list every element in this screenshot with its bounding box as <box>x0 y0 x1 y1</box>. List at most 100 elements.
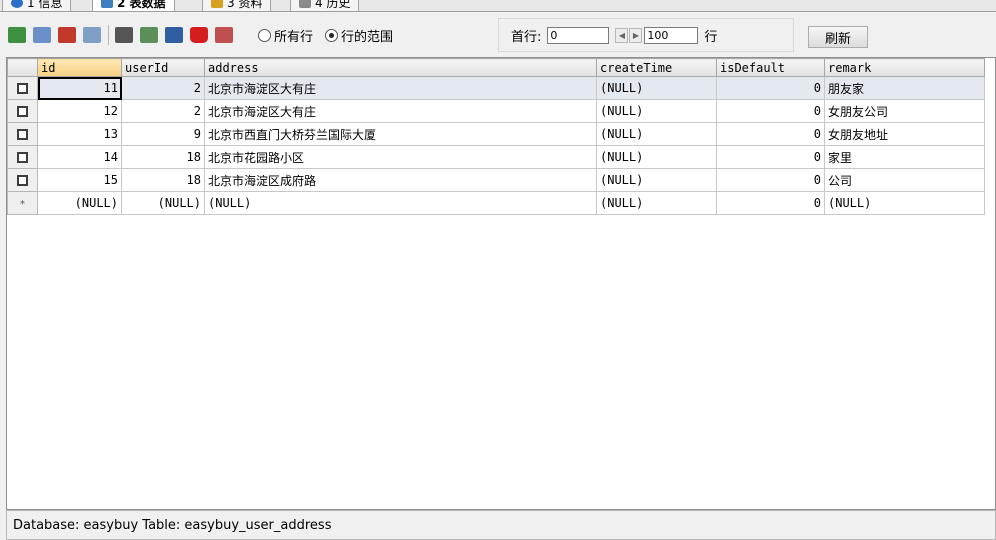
result-tabstrip: 1 信息 2 表数据 3 资料 4 历史 <box>0 0 996 12</box>
tab-history[interactable]: 4 历史 <box>290 0 360 11</box>
cell-address[interactable]: 北京市花园路小区 <box>204 145 597 169</box>
column-header-remark[interactable]: remark <box>824 58 985 77</box>
cell-userid[interactable]: 18 <box>121 145 205 169</box>
cell-isdefault[interactable]: 0 <box>716 191 825 215</box>
radio-row-range[interactable]: 行的范围 <box>325 26 393 45</box>
sort-icon[interactable] <box>140 27 158 43</box>
table-row[interactable]: 14 18 北京市花园路小区 (NULL) 0 家里 <box>7 145 985 169</box>
row-checkbox[interactable] <box>17 83 28 94</box>
cell-address[interactable]: 北京市西直门大桥芬兰国际大厦 <box>204 122 597 146</box>
radio-row-range-label: 行的范围 <box>341 29 394 45</box>
grid-header-row: id userId address createTime isDefault r… <box>7 58 985 77</box>
radio-all-rows-label: 所有行 <box>274 29 314 45</box>
table-row[interactable]: 13 9 北京市西直门大桥芬兰国际大厦 (NULL) 0 女朋友地址 <box>7 122 985 146</box>
cell-userid[interactable]: (NULL) <box>121 191 205 215</box>
row-selector[interactable] <box>7 145 38 169</box>
cell-userid[interactable]: 2 <box>121 76 205 100</box>
cell-id[interactable]: (NULL) <box>37 191 122 215</box>
cell-address[interactable]: 北京市海淀区大有庄 <box>204 76 597 100</box>
cell-userid[interactable]: 18 <box>121 168 205 192</box>
table-row[interactable]: 15 18 北京市海淀区成府路 (NULL) 0 公司 <box>7 168 985 192</box>
cell-isdefault[interactable]: 0 <box>716 76 825 100</box>
tab-info-cube-label: 3 资料 <box>227 0 263 10</box>
next-page-icon[interactable]: ▶ <box>629 27 643 43</box>
cell-createtime[interactable]: (NULL) <box>596 168 717 192</box>
row-checkbox[interactable] <box>17 152 28 163</box>
cell-userid[interactable]: 2 <box>121 99 205 123</box>
tab-table-data[interactable]: 2 表数据 <box>92 0 175 11</box>
new-row-star-icon: * <box>19 199 26 210</box>
save-icon[interactable] <box>165 27 183 43</box>
prev-page-icon[interactable]: ◀ <box>615 27 629 43</box>
cell-userid[interactable]: 9 <box>121 122 205 146</box>
add-row-icon[interactable] <box>8 27 26 43</box>
cell-id[interactable]: 14 <box>37 145 122 169</box>
row-count-input[interactable] <box>644 26 699 44</box>
row-selector[interactable] <box>7 76 38 100</box>
cell-isdefault[interactable]: 0 <box>716 99 825 123</box>
column-header-createtime[interactable]: createTime <box>596 58 717 77</box>
cell-remark[interactable]: 女朋友地址 <box>824 122 985 146</box>
cell-id[interactable]: 13 <box>37 122 122 146</box>
cell-remark[interactable]: 家里 <box>824 145 985 169</box>
cancel-icon[interactable] <box>215 27 233 43</box>
table-row[interactable]: 11 2 北京市海淀区大有庄 (NULL) 0 朋友家 <box>7 76 985 100</box>
tab-table-data-label: 2 表数据 <box>117 0 166 10</box>
row-checkbox[interactable] <box>17 106 28 117</box>
row-checkbox[interactable] <box>17 175 28 186</box>
grid-table: id userId address createTime isDefault r… <box>7 58 985 215</box>
first-row-label: 首行: <box>511 29 542 45</box>
cell-isdefault[interactable]: 0 <box>716 122 825 146</box>
tab-info-cube[interactable]: 3 资料 <box>202 0 272 11</box>
radio-all-rows-dot[interactable] <box>258 28 271 42</box>
cell-isdefault[interactable]: 0 <box>716 145 825 169</box>
new-row-marker[interactable]: * <box>7 191 38 215</box>
column-header-address[interactable]: address <box>204 58 597 77</box>
radio-all-rows[interactable]: 所有行 <box>258 26 313 45</box>
row-selector[interactable] <box>7 168 38 192</box>
cell-createtime[interactable]: (NULL) <box>596 76 717 100</box>
row-checkbox[interactable] <box>17 129 28 140</box>
first-row-input[interactable] <box>547 26 610 44</box>
column-header-isdefault[interactable]: isDefault <box>716 58 825 77</box>
column-header-userid[interactable]: userId <box>121 58 205 77</box>
cell-remark[interactable]: 女朋友公司 <box>824 99 985 123</box>
status-bar: Database: easybuy Table: easybuy_user_ad… <box>6 510 996 540</box>
cell-remark[interactable]: 朋友家 <box>824 76 985 100</box>
cell-address[interactable]: 北京市海淀区成府路 <box>204 168 597 192</box>
table-data-icon <box>101 0 113 8</box>
cell-remark[interactable]: (NULL) <box>824 191 985 215</box>
edit-row-icon[interactable] <box>58 27 76 43</box>
status-text: Database: easybuy Table: easybuy_user_ad… <box>13 517 332 533</box>
column-header-id[interactable]: id <box>37 58 122 77</box>
cell-remark[interactable]: 公司 <box>824 168 985 192</box>
cell-createtime[interactable]: (NULL) <box>596 145 717 169</box>
row-header-corner[interactable] <box>7 58 38 77</box>
table-row[interactable]: 12 2 北京市海淀区大有庄 (NULL) 0 女朋友公司 <box>7 99 985 123</box>
cell-createtime[interactable]: (NULL) <box>596 99 717 123</box>
row-selector[interactable] <box>7 122 38 146</box>
tab-info[interactable]: 1 信息 <box>2 0 72 11</box>
history-icon <box>299 0 311 8</box>
cell-address[interactable]: (NULL) <box>204 191 597 215</box>
new-row[interactable]: * (NULL) (NULL) (NULL) (NULL) 0 (NULL) <box>7 191 985 215</box>
duplicate-row-icon[interactable] <box>33 27 51 43</box>
row-selector[interactable] <box>7 99 38 123</box>
delete-icon[interactable] <box>190 27 208 43</box>
row-range-panel: 首行: ◀ ▶ 行 <box>498 18 794 52</box>
grid-toolbar: 所有行 行的范围 首行: ◀ ▶ 行 刷新 <box>0 13 996 57</box>
cell-id[interactable]: 15 <box>37 168 122 192</box>
cell-address[interactable]: 北京市海淀区大有庄 <box>204 99 597 123</box>
view-row-icon[interactable] <box>83 27 101 43</box>
cell-id[interactable]: 11 <box>37 76 122 100</box>
refresh-button[interactable]: 刷新 <box>808 26 868 48</box>
cell-createtime[interactable]: (NULL) <box>596 191 717 215</box>
cell-id[interactable]: 12 <box>37 99 122 123</box>
filter-icon[interactable] <box>115 27 133 43</box>
radio-row-range-dot[interactable] <box>325 28 339 42</box>
info-icon <box>11 0 23 8</box>
cell-createtime[interactable]: (NULL) <box>596 122 717 146</box>
tab-info-label: 1 信息 <box>27 0 63 10</box>
cell-isdefault[interactable]: 0 <box>716 168 825 192</box>
data-grid[interactable]: id userId address createTime isDefault r… <box>6 57 996 510</box>
